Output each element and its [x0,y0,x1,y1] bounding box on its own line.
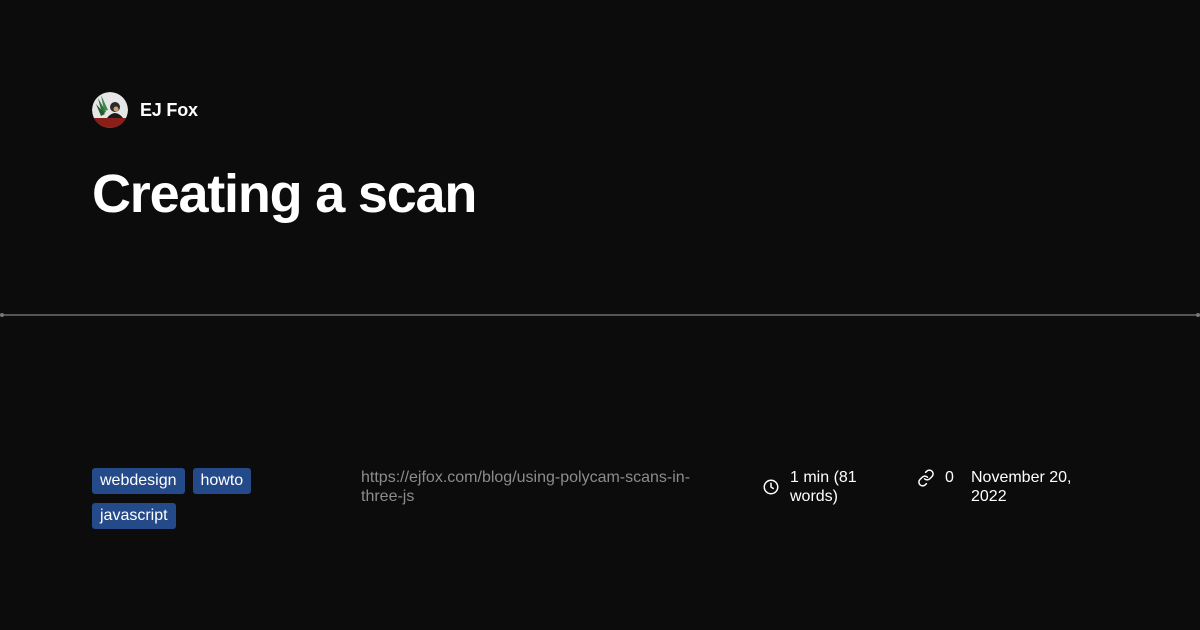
post-date: November 20, 2022 [971,469,1072,505]
post-url[interactable]: https://ejfox.com/blog/using-polycam-sca… [361,468,731,506]
tag-javascript[interactable]: javascript [92,503,176,529]
tag-list: webdesign howto javascript [92,468,292,529]
link-count-value: 0 [945,469,954,486]
link-icon [918,468,934,487]
reading-time: 1 min (81 words) [762,468,902,506]
tag-webdesign[interactable]: webdesign [92,468,185,494]
author-name[interactable]: EJ Fox [140,100,198,121]
reading-time-label: 1 min (81 words) [790,469,857,505]
post-title: Creating a scan [92,164,477,224]
avatar[interactable] [92,92,128,128]
divider [0,313,1200,317]
clock-icon [763,479,779,495]
link-count: 0 [917,468,954,487]
author-block: EJ Fox [92,92,198,128]
tag-howto[interactable]: howto [192,468,252,494]
